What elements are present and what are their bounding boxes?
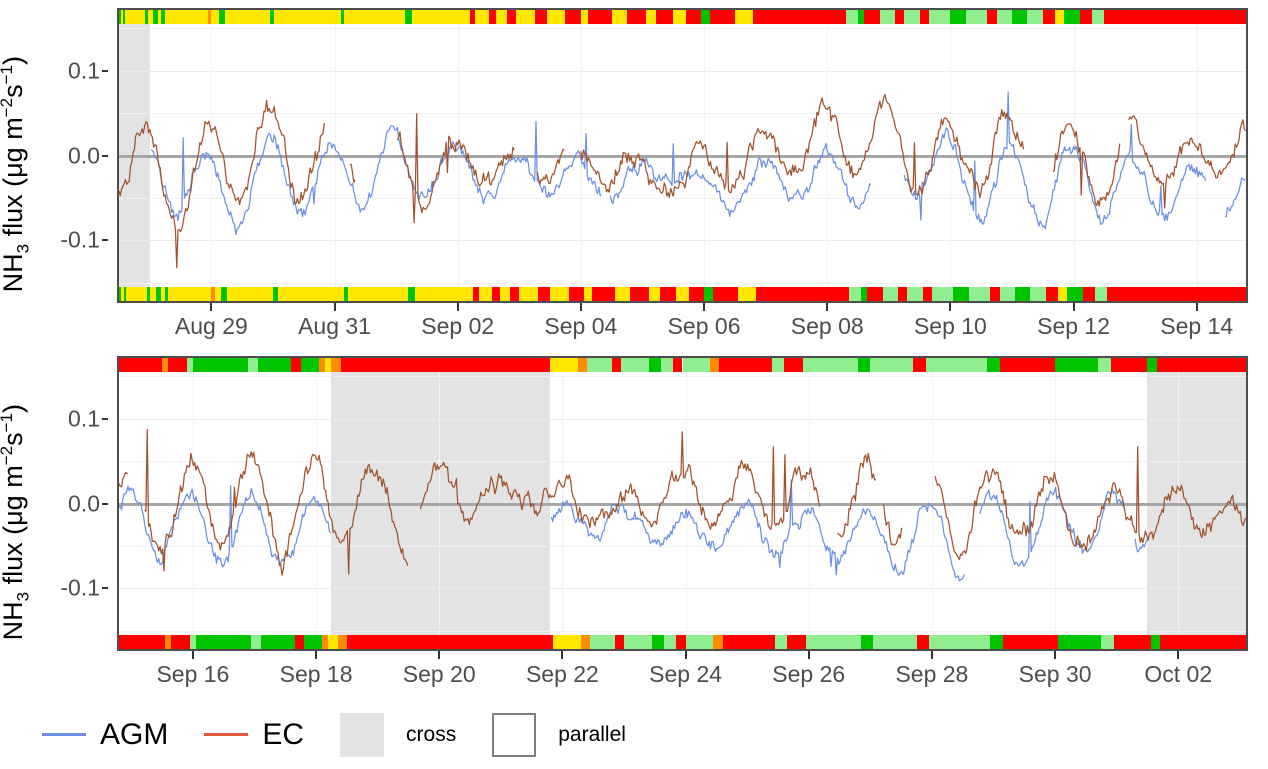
x-tick-mark	[1054, 651, 1057, 659]
x-tick-label: Aug 29	[174, 313, 248, 339]
x-tick-mark	[826, 303, 829, 311]
x-tick-label: Sep 30	[1018, 661, 1092, 687]
x-tick-label: Sep 26	[772, 661, 846, 687]
y-axis-ticks-bottom: -0.1 0.0 0.1	[40, 348, 108, 696]
nh3-flux-figure: NH3 flux (μg m−2s−1) -0.1 0.0 0.1 Aug 29 Au…	[0, 0, 1268, 769]
legend-label-cross: cross	[406, 722, 457, 746]
y-tick-label: 0.0	[68, 142, 100, 168]
x-tick-mark	[191, 651, 194, 659]
y-tick-mark	[102, 417, 108, 420]
series-agm	[150, 91, 1246, 236]
x-tick-mark	[1072, 303, 1075, 311]
series-ec	[119, 428, 1246, 576]
legend: AGM EC cross parallel	[0, 700, 1268, 769]
x-tick-label: Sep 04	[544, 313, 618, 339]
x-tick-mark	[930, 651, 933, 659]
x-tick-label: Sep 22	[525, 661, 599, 687]
x-tick-label: Sep 06	[667, 313, 741, 339]
x-tick-label: Sep 02	[421, 313, 495, 339]
x-tick-mark	[1195, 303, 1198, 311]
x-axis-top: Aug 29 Aug 31 Sep 02 Sep 04 Sep 06 Sep 08 Sep …	[117, 303, 1248, 348]
legend-item-cross[interactable]: cross	[340, 712, 457, 757]
x-tick-label: Sep 12	[1037, 313, 1111, 339]
legend-item-ec[interactable]: EC	[204, 718, 304, 752]
plot-panel-bottom	[117, 356, 1248, 651]
x-tick-label: Sep 24	[649, 661, 723, 687]
status-ribbon-bottom-lower	[119, 635, 1246, 649]
status-ribbon-top-lower	[119, 287, 1246, 301]
x-tick-mark	[210, 303, 213, 311]
status-ribbon-top-upper	[119, 10, 1246, 24]
x-tick-mark	[456, 303, 459, 311]
x-tick-mark	[949, 303, 952, 311]
y-axis-title-top-text: NH3 flux (μg m−2s−1)	[0, 55, 33, 293]
legend-label-ec: EC	[262, 717, 305, 751]
legend-label-agm: AGM	[100, 717, 169, 751]
x-tick-label: Oct 02	[1144, 661, 1213, 687]
y-tick-mark	[102, 587, 108, 590]
legend-item-agm[interactable]: AGM	[42, 718, 168, 752]
x-tick-label: Sep 10	[913, 313, 987, 339]
x-tick-label: Sep 28	[895, 661, 969, 687]
y-axis-title-bottom: NH3 flux (μg m−2s−1)	[0, 348, 33, 696]
x-tick-label: Sep 16	[156, 661, 230, 687]
y-tick-label: 0.0	[68, 490, 100, 516]
x-tick-label: Sep 20	[402, 661, 476, 687]
x-tick-mark	[703, 303, 706, 311]
x-tick-mark	[315, 651, 318, 659]
plot-area-bottom	[119, 372, 1246, 635]
x-tick-label: Sep 14	[1160, 313, 1234, 339]
y-tick-mark	[102, 502, 108, 505]
y-tick-label: -0.1	[60, 574, 100, 601]
y-axis-title-top: NH3 flux (μg m−2s−1)	[0, 0, 33, 348]
x-tick-label: Aug 31	[298, 313, 371, 339]
y-tick-mark	[102, 239, 108, 242]
y-axis-title-bottom-text: NH3 flux (μg m−2s−1)	[0, 403, 33, 641]
y-tick-label: 0.1	[68, 405, 100, 432]
y-tick-mark	[102, 69, 108, 72]
y-tick-label: -0.1	[60, 226, 100, 253]
x-tick-label: Sep 08	[790, 313, 864, 339]
x-tick-mark	[579, 303, 582, 311]
legend-box-swatch-cross	[340, 712, 385, 757]
status-ribbon-bottom-upper	[119, 358, 1246, 372]
x-tick-mark	[684, 651, 687, 659]
legend-line-swatch-agm	[42, 733, 86, 736]
x-tick-mark	[438, 651, 441, 659]
flux-series-lines	[119, 428, 1246, 582]
y-tick-label: 0.1	[68, 57, 100, 84]
legend-line-swatch-ec	[204, 733, 249, 736]
x-tick-mark	[333, 303, 336, 311]
x-tick-mark	[1177, 651, 1180, 659]
plot-area-top	[119, 24, 1246, 287]
legend-label-parallel: parallel	[558, 722, 626, 746]
x-tick-mark	[807, 651, 810, 659]
x-tick-label: Sep 18	[279, 661, 353, 687]
flux-series-lines	[119, 91, 1246, 269]
legend-item-parallel[interactable]: parallel	[492, 712, 626, 757]
legend-box-swatch-parallel	[492, 712, 537, 757]
x-tick-mark	[561, 651, 564, 659]
panel-bottom-container: NH3 flux (μg m−2s−1) -0.1 0.0 0.1 Sep 16 Se…	[0, 348, 1268, 696]
plot-panel-top	[117, 8, 1248, 303]
x-axis-bottom: Sep 16 Sep 18 Sep 20 Sep 22 Sep 24 Sep 26 Sep …	[117, 651, 1248, 696]
y-tick-mark	[102, 154, 108, 157]
y-axis-ticks-top: -0.1 0.0 0.1	[40, 0, 108, 348]
panel-top-container: NH3 flux (μg m−2s−1) -0.1 0.0 0.1 Aug 29 Au…	[0, 0, 1268, 348]
